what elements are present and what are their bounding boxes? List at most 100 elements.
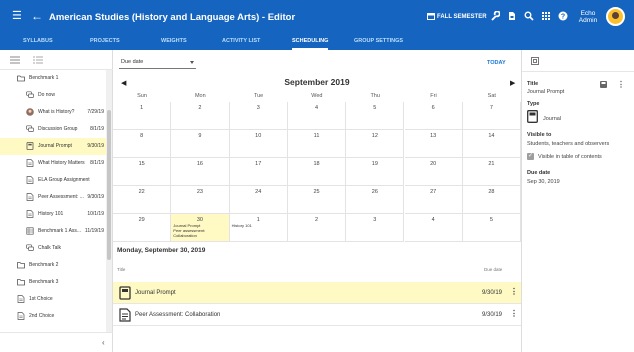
sidebar-item-label: Discussion Group (38, 126, 78, 132)
save-icon[interactable] (600, 81, 607, 88)
calendar-day-cell[interactable]: 23 (171, 186, 230, 214)
next-month-icon[interactable]: ▶ (510, 79, 515, 87)
sidebar-item[interactable]: History 101 10/1/19 (0, 206, 106, 223)
calendar-day-cell[interactable]: 11 (287, 130, 347, 158)
more-options-icon[interactable]: ⋮ (510, 287, 518, 296)
document-icon (26, 193, 34, 201)
calendar-day-number: 12 (371, 133, 378, 139)
help-icon[interactable]: ? (558, 11, 568, 21)
calendar-event[interactable]: History 101 (232, 223, 252, 229)
menu-icon[interactable]: ☰ (12, 11, 22, 22)
sidebar-item[interactable]: ELA Group Assignment (0, 172, 106, 189)
wrench-icon[interactable] (490, 11, 500, 21)
type-label: Type (527, 101, 540, 107)
calendar-day-cell[interactable]: 8 (113, 130, 172, 158)
calendar-day-cell[interactable]: 10 (229, 130, 288, 158)
tab-group-settings[interactable]: GROUP SETTINGS (354, 34, 403, 50)
calendar-day-cell[interactable]: 27 (404, 186, 463, 214)
sidebar-item[interactable]: Chalk Talk (0, 240, 106, 257)
back-arrow-icon[interactable]: ← (31, 10, 43, 22)
sidebar-item-label: Benchmark 1 (29, 75, 59, 81)
sidebar-item[interactable]: Discussion Group 8/1/19 (0, 121, 106, 138)
calendar-day-cell[interactable]: 1 (113, 102, 172, 130)
calendar-day-cell[interactable]: 2 (287, 214, 347, 242)
sidebar-item-label: Benchmark 2 (29, 262, 59, 268)
more-options-icon[interactable]: ⋮ (510, 309, 518, 318)
sidebar-item[interactable]: Benchmark 1 (0, 70, 106, 87)
calendar-day-cell[interactable]: 4 (287, 102, 347, 130)
sidebar-item[interactable]: 1st Choice (0, 291, 106, 308)
calendar-day-cell[interactable]: 2 (171, 102, 230, 130)
calendar-day-cell[interactable]: 5 (346, 102, 405, 130)
tab-syllabus[interactable]: SYLLABUS (23, 34, 53, 50)
calendar-day-cell[interactable]: 3 (229, 102, 288, 130)
sidebar-item-label: Chalk Talk (38, 245, 61, 251)
sidebar-item[interactable]: Benchmark 1 Ass... 11/19/19 (0, 223, 106, 240)
apps-grid-icon[interactable] (541, 11, 551, 21)
calendar-day-cell[interactable]: 18 (287, 158, 347, 186)
date-filter-dropdown[interactable]: Due date (119, 57, 196, 69)
calendar-day-cell[interactable]: 26 (346, 186, 405, 214)
calendar-day-cell[interactable]: 22 (113, 186, 172, 214)
agenda-title-column: Title (117, 267, 126, 272)
calendar-day-cell[interactable]: 29 (113, 214, 172, 242)
details-more-icon[interactable]: ⋮ (617, 80, 625, 89)
calendar-day-cell[interactable]: 5 (462, 214, 522, 242)
document-export-icon[interactable] (507, 11, 517, 21)
calendar-day-cell[interactable]: 21 (462, 158, 522, 186)
collapse-view-icon[interactable] (10, 56, 20, 64)
list-view-icon[interactable] (33, 56, 43, 64)
document-icon (17, 295, 25, 303)
sidebar-scrollbar-thumb[interactable] (107, 110, 111, 260)
sidebar-scrollbar[interactable] (106, 70, 112, 332)
sidebar-item[interactable]: 2nd Choice (0, 308, 106, 325)
calendar-day-cell[interactable]: 19 (346, 158, 405, 186)
sidebar-item[interactable]: What is History? 7/29/19 (0, 104, 106, 121)
tab-weights[interactable]: WEIGHTS (161, 34, 187, 50)
calendar-day-cell[interactable]: 25 (287, 186, 347, 214)
calendar-day-cell[interactable]: 1 History 101 (229, 214, 288, 242)
sidebar-item[interactable]: What History Matters 8/1/19 (0, 155, 106, 172)
calendar-day-cell[interactable]: 16 (171, 158, 230, 186)
calendar-day-cell[interactable]: 9 (171, 130, 230, 158)
calendar-day-cell[interactable]: 20 (404, 158, 463, 186)
calendar-day-cell[interactable]: 3 (346, 214, 405, 242)
calendar-day-cell[interactable]: 6 (404, 102, 463, 130)
agenda-row[interactable]: Journal Prompt 9/30/19 ⋮ (113, 282, 521, 304)
today-button[interactable]: TODAY (487, 60, 506, 66)
calendar-day-number: 13 (430, 133, 437, 139)
agenda-row-title: Journal Prompt (135, 290, 176, 296)
day-of-week-label: Wed (311, 93, 323, 99)
sidebar-item[interactable]: Journal Prompt 9/30/19 (0, 138, 106, 155)
sidebar-item[interactable]: Peer Assessment: ... 9/30/19 (0, 189, 106, 206)
calendar-day-cell[interactable]: 15 (113, 158, 172, 186)
calendar-day-cell[interactable]: 24 (229, 186, 288, 214)
calendar-day-cell[interactable]: 28 (462, 186, 522, 214)
sidebar-footer: ‹ (0, 332, 113, 352)
calendar-day-cell[interactable]: 14 (462, 130, 522, 158)
user-name[interactable]: Echo Admin (577, 10, 599, 24)
details-panel: ⋮ Title Journal Prompt Type Journal Visi… (521, 50, 634, 352)
user-avatar[interactable] (606, 7, 625, 26)
sidebar-item[interactable]: Benchmark 2 (0, 257, 106, 274)
toc-checkbox[interactable]: ✓ (527, 153, 534, 160)
tab-activity-list[interactable]: ACTIVITY LIST (222, 34, 260, 50)
calendar-day-cell[interactable]: 17 (229, 158, 288, 186)
search-icon[interactable] (524, 11, 534, 21)
tab-projects[interactable]: PROJECTS (90, 34, 120, 50)
sidebar-item[interactable]: Benchmark 3 (0, 274, 106, 291)
sidebar-item[interactable]: Do now (0, 87, 106, 104)
sidebar-item-label: History 101 (38, 211, 64, 217)
calendar-event[interactable]: Collaboration (173, 233, 197, 239)
collapse-sidebar-chevron-icon[interactable]: ‹ (102, 338, 105, 347)
semester-selector[interactable]: FALL SEMESTER (427, 12, 487, 20)
agenda-row[interactable]: Peer Assessment: Collaboration 9/30/19 ⋮ (113, 304, 521, 326)
tab-scheduling[interactable]: SCHEDULING (292, 34, 329, 50)
calendar-day-cell[interactable]: 12 (346, 130, 405, 158)
calendar-day-cell[interactable]: 13 (404, 130, 463, 158)
expand-panel-icon[interactable] (531, 57, 539, 65)
calendar-day-cell[interactable]: 4 (404, 214, 463, 242)
calendar-day-cell[interactable]: 30 Journal Prompt Peer assessment: Collabor… (171, 214, 230, 242)
calendar-day-cell[interactable]: 7 (462, 102, 522, 130)
visible-to-label: Visible to (527, 132, 552, 138)
